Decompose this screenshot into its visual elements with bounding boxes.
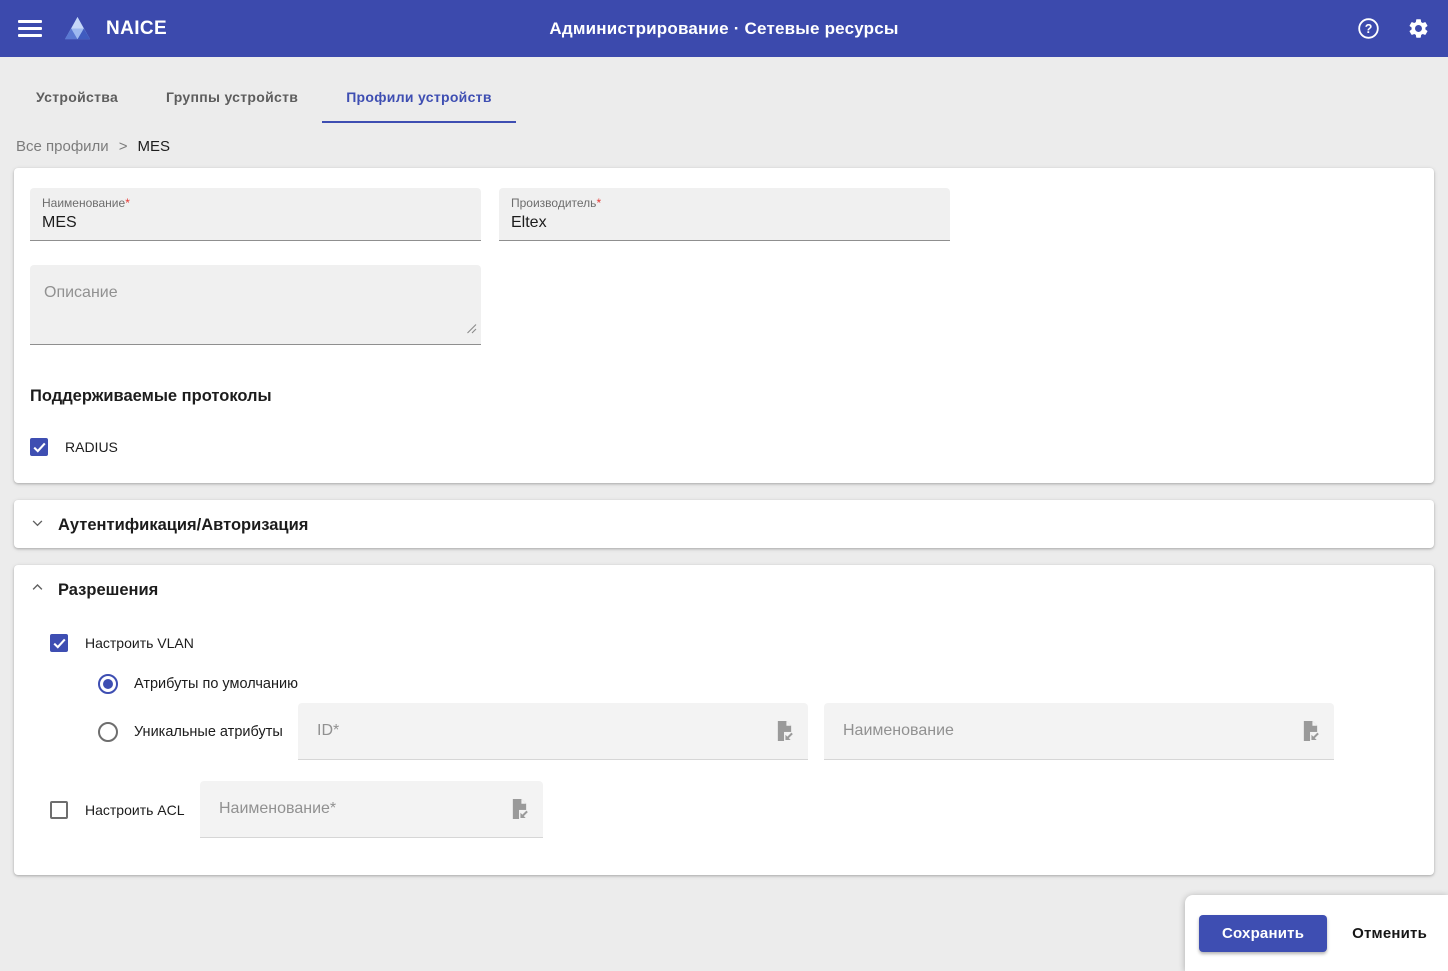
save-button[interactable]: Сохранить bbox=[1199, 915, 1327, 952]
acl-name-field bbox=[200, 781, 543, 838]
acl-name-input[interactable] bbox=[217, 799, 500, 819]
vendor-field: Производитель* bbox=[499, 188, 950, 241]
default-attributes-radio[interactable] bbox=[98, 674, 118, 694]
radius-checkbox[interactable] bbox=[30, 438, 48, 456]
tab-device-profiles[interactable]: Профили устройств bbox=[322, 75, 516, 123]
profile-form-card: Наименование* Производитель* Поддерживае… bbox=[14, 168, 1434, 483]
cancel-button[interactable]: Отменить bbox=[1346, 924, 1433, 943]
document-insert-icon[interactable] bbox=[1301, 720, 1320, 742]
chevron-down-icon bbox=[30, 515, 45, 535]
page-title: Администрирование · Сетевые ресурсы bbox=[0, 19, 1448, 39]
permissions-section-header[interactable]: Разрешения bbox=[14, 565, 1434, 613]
permissions-section-card: Разрешения Настроить VLAN Атрибуты по ум… bbox=[14, 565, 1434, 875]
permissions-section-title: Разрешения bbox=[58, 581, 158, 600]
unique-attributes-row: Уникальные атрибуты bbox=[98, 703, 1418, 760]
document-insert-icon[interactable] bbox=[510, 798, 529, 820]
description-textarea[interactable] bbox=[30, 265, 481, 344]
auth-section-title: Аутентификация/Авторизация bbox=[58, 516, 308, 535]
app-bar: NAICE Администрирование · Сетевые ресурс… bbox=[0, 0, 1448, 57]
required-asterisk: * bbox=[125, 196, 130, 210]
tab-devices[interactable]: Устройства bbox=[12, 75, 142, 123]
gear-icon[interactable] bbox=[1407, 17, 1430, 40]
breadcrumb-all-profiles[interactable]: Все профили bbox=[16, 138, 109, 155]
breadcrumb-current: MES bbox=[137, 138, 170, 155]
vendor-field-label: Производитель bbox=[511, 196, 596, 210]
protocols-heading: Поддерживаемые протоколы bbox=[30, 387, 1418, 406]
name-field-label: Наименование bbox=[42, 196, 125, 210]
vendor-input[interactable] bbox=[511, 210, 938, 235]
action-panel: Сохранить Отменить bbox=[1185, 895, 1448, 971]
vlan-name-field bbox=[824, 703, 1334, 760]
tab-device-groups[interactable]: Группы устройств bbox=[142, 75, 322, 123]
brand-name: NAICE bbox=[106, 18, 167, 40]
auth-section-card: Аутентификация/Авторизация bbox=[14, 500, 1434, 548]
unique-attributes-radio[interactable] bbox=[98, 722, 118, 742]
name-field: Наименование* bbox=[30, 188, 481, 241]
tab-bar: Устройства Группы устройств Профили устр… bbox=[0, 57, 1448, 123]
svg-text:?: ? bbox=[1365, 22, 1373, 36]
acl-row: Настроить ACL bbox=[50, 781, 1418, 838]
menu-icon[interactable] bbox=[18, 20, 42, 37]
default-attributes-label: Атрибуты по умолчанию bbox=[134, 676, 298, 692]
default-attributes-row: Атрибуты по умолчанию bbox=[98, 674, 1418, 694]
acl-checkbox[interactable] bbox=[50, 801, 68, 819]
vlan-id-field bbox=[298, 703, 808, 760]
auth-section-header[interactable]: Аутентификация/Авторизация bbox=[14, 500, 1434, 548]
name-input[interactable] bbox=[42, 210, 469, 235]
document-insert-icon[interactable] bbox=[775, 720, 794, 742]
breadcrumb-separator: > bbox=[119, 138, 128, 155]
vlan-checkbox-row: Настроить VLAN bbox=[50, 634, 1418, 652]
description-field bbox=[30, 265, 481, 345]
breadcrumb: Все профили > MES bbox=[16, 138, 1432, 155]
logo-icon bbox=[64, 16, 91, 41]
unique-attributes-label: Уникальные атрибуты bbox=[134, 724, 283, 740]
chevron-up-icon bbox=[30, 580, 45, 600]
help-icon[interactable]: ? bbox=[1357, 17, 1380, 40]
vlan-name-input[interactable] bbox=[841, 721, 1291, 741]
acl-checkbox-label: Настроить ACL bbox=[85, 802, 185, 818]
radius-checkbox-label: RADIUS bbox=[65, 439, 118, 455]
vlan-checkbox-label: Настроить VLAN bbox=[85, 635, 194, 651]
vlan-checkbox[interactable] bbox=[50, 634, 68, 652]
radius-checkbox-row: RADIUS bbox=[30, 438, 1418, 456]
required-asterisk: * bbox=[596, 196, 601, 210]
vlan-id-input[interactable] bbox=[315, 721, 765, 741]
